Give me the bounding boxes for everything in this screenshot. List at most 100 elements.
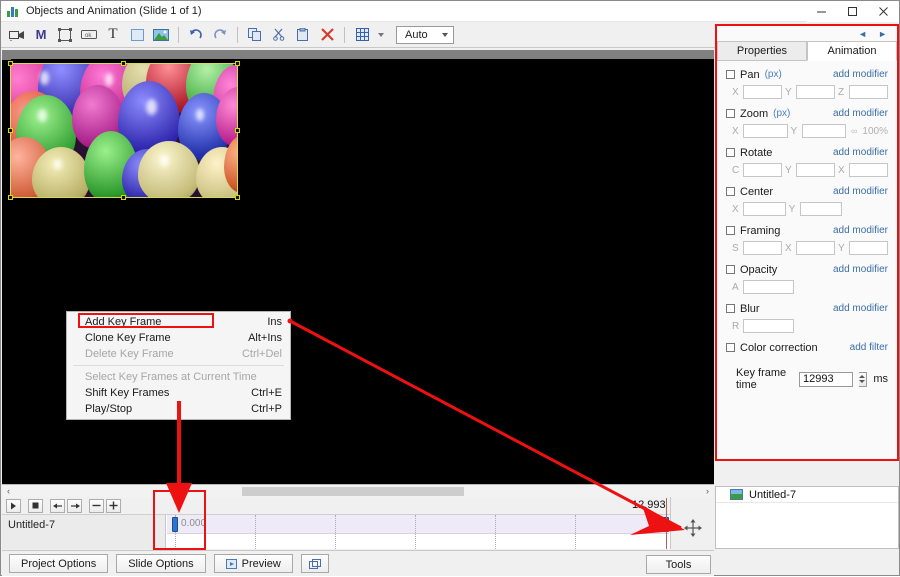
pan-x-input[interactable] xyxy=(743,85,782,99)
menu-item-clone-key-frame[interactable]: Clone Key Frame Alt+Ins xyxy=(67,330,290,346)
loop-button[interactable] xyxy=(301,554,329,573)
rotate-y-input[interactable] xyxy=(796,163,835,177)
nav-prev-icon[interactable]: ◄ xyxy=(858,29,867,39)
slide-options-button[interactable]: Slide Options xyxy=(116,554,205,573)
timeline-track-label: Untitled-7 xyxy=(2,515,166,549)
pan-z-input[interactable] xyxy=(849,85,888,99)
timeline-playhead[interactable] xyxy=(666,498,667,549)
panel-nav: ◄ ► xyxy=(717,26,897,41)
text-tool-icon[interactable]: T xyxy=(101,24,125,46)
maximize-icon[interactable] xyxy=(837,1,868,22)
close-icon[interactable] xyxy=(868,1,899,22)
image-tool-icon[interactable] xyxy=(149,24,173,46)
video-tool-icon[interactable] xyxy=(5,24,29,46)
list-item[interactable]: Untitled-7 xyxy=(716,487,898,503)
blur-r-input[interactable] xyxy=(743,319,794,333)
chevron-down-icon xyxy=(442,33,448,37)
zoom-out-button[interactable] xyxy=(89,499,104,513)
property-group-opacity: Opacity add modifier A xyxy=(726,262,888,294)
pan-y-input[interactable] xyxy=(796,85,835,99)
bottom-button-bar: Project Options Slide Options Preview xyxy=(2,550,714,576)
tab-properties[interactable]: Properties xyxy=(717,41,807,61)
menu-item-shift-key-frames[interactable]: Shift Key Frames Ctrl+E xyxy=(67,385,290,401)
zoom-x-input[interactable] xyxy=(743,124,788,138)
opacity-checkbox[interactable] xyxy=(726,265,735,274)
delete-tool-icon[interactable] xyxy=(315,24,339,46)
move-icon[interactable] xyxy=(684,519,702,537)
scroll-left-arrow-icon[interactable]: ‹ xyxy=(2,486,15,496)
pan-checkbox[interactable] xyxy=(726,70,735,79)
annotation-box-add-key-frame xyxy=(78,313,214,328)
next-keyframe-button[interactable] xyxy=(67,499,82,513)
mask-tool-icon[interactable]: M xyxy=(29,24,53,46)
menu-item-label: Clone Key Frame xyxy=(85,332,171,344)
zoom-in-button[interactable] xyxy=(106,499,121,513)
selection-handle-mr[interactable] xyxy=(235,128,240,133)
menu-item-play-stop[interactable]: Play/Stop Ctrl+P xyxy=(67,401,290,417)
timeline-right-column xyxy=(670,497,714,549)
key-frame-time-input[interactable]: 12993 xyxy=(799,372,853,387)
selection-handle-tr[interactable] xyxy=(235,61,240,66)
rotate-add-modifier-link[interactable]: add modifier xyxy=(833,147,888,158)
minimize-icon[interactable] xyxy=(806,1,837,22)
rectangle-tool-icon[interactable] xyxy=(125,24,149,46)
color-correction-add-filter-link[interactable]: add filter xyxy=(850,342,888,353)
center-y-input[interactable] xyxy=(800,202,843,216)
selection-handle-br[interactable] xyxy=(235,195,240,200)
zoom-level-select[interactable]: Auto xyxy=(396,26,454,44)
opacity-a-input[interactable] xyxy=(743,280,794,294)
rotate-x-input[interactable] xyxy=(849,163,888,177)
preview-button[interactable]: Preview xyxy=(214,554,293,573)
zoom-y-input[interactable] xyxy=(802,124,847,138)
selection-handle-bc[interactable] xyxy=(121,195,126,200)
window-title: Objects and Animation (Slide 1 of 1) xyxy=(26,5,201,17)
scrollbar-thumb[interactable] xyxy=(242,487,464,496)
cut-tool-icon[interactable] xyxy=(267,24,291,46)
selection-handle-tc[interactable] xyxy=(121,61,126,66)
project-options-button[interactable]: Project Options xyxy=(9,554,108,573)
play-button[interactable] xyxy=(6,499,21,513)
framing-add-modifier-link[interactable]: add modifier xyxy=(833,225,888,236)
rotate-c-input[interactable] xyxy=(743,163,782,177)
frame-tool-icon[interactable] xyxy=(53,24,77,46)
nav-next-icon[interactable]: ► xyxy=(878,29,887,39)
tools-button[interactable]: Tools xyxy=(646,555,711,574)
center-checkbox[interactable] xyxy=(726,187,735,196)
timeline-horizontal-scrollbar[interactable]: ‹ › xyxy=(2,484,714,497)
tab-animation[interactable]: Animation xyxy=(807,41,897,61)
framing-x-input[interactable] xyxy=(796,241,835,255)
center-add-modifier-link[interactable]: add modifier xyxy=(833,186,888,197)
opacity-add-modifier-link[interactable]: add modifier xyxy=(833,264,888,275)
center-x-input[interactable] xyxy=(743,202,786,216)
grid-dropdown-arrow-icon[interactable] xyxy=(374,24,388,46)
grid-tool-icon[interactable] xyxy=(350,24,374,46)
framing-s-input[interactable] xyxy=(743,241,782,255)
rotate-checkbox[interactable] xyxy=(726,148,735,157)
link-chain-icon[interactable]: ∞ xyxy=(851,126,857,136)
stop-button[interactable] xyxy=(28,499,43,513)
redo-tool-icon[interactable] xyxy=(208,24,232,46)
key-frame-time-stepper[interactable] xyxy=(859,372,868,387)
zoom-add-modifier-link[interactable]: add modifier xyxy=(833,108,888,119)
blur-checkbox[interactable] xyxy=(726,304,735,313)
zoom-checkbox[interactable] xyxy=(726,109,735,118)
timeline-track[interactable] xyxy=(167,515,669,534)
object-list-panel[interactable]: Untitled-7 xyxy=(715,486,899,549)
selection-handle-bl[interactable] xyxy=(8,195,13,200)
pan-add-modifier-link[interactable]: add modifier xyxy=(833,69,888,80)
selection-handle-ml[interactable] xyxy=(8,128,13,133)
prev-keyframe-button[interactable] xyxy=(50,499,65,513)
selection-handle-tl[interactable] xyxy=(8,61,13,66)
paste-tool-icon[interactable] xyxy=(291,24,315,46)
copy-tool-icon[interactable] xyxy=(243,24,267,46)
scroll-right-arrow-icon[interactable]: › xyxy=(701,486,714,496)
property-group-color-correction: Color correction add filter xyxy=(726,340,888,355)
color-correction-checkbox[interactable] xyxy=(726,343,735,352)
property-group-zoom: Zoom (px) add modifier X Y ∞ 100% xyxy=(726,106,888,138)
undo-tool-icon[interactable] xyxy=(184,24,208,46)
button-tool-icon[interactable]: ok xyxy=(77,24,101,46)
blur-add-modifier-link[interactable]: add modifier xyxy=(833,303,888,314)
framing-checkbox[interactable] xyxy=(726,226,735,235)
framing-y-input[interactable] xyxy=(849,241,888,255)
property-group-rotate: Rotate add modifier C Y X xyxy=(726,145,888,177)
